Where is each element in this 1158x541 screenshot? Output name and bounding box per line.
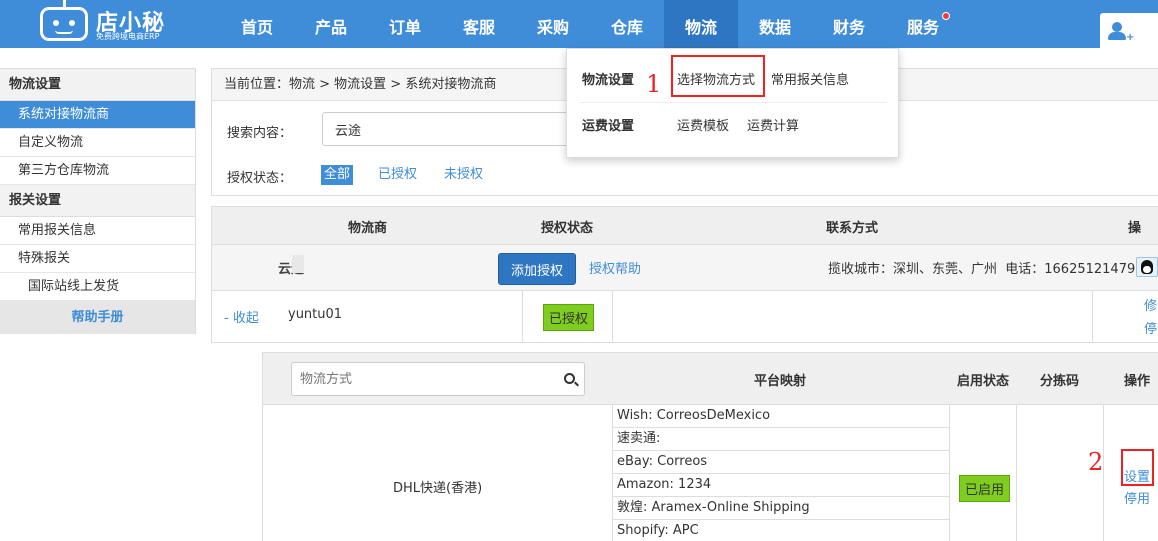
auth-tab-all[interactable]: 全部 [321, 165, 354, 185]
logo-subtitle: 免费跨境电商ERP [96, 32, 160, 41]
provider-table: 物流商 授权状态 联系方式 操 云途 添加授权 授权帮助 揽收城市：深圳、东莞、… [211, 206, 1158, 343]
sidebar-group-customs: 报关设置 [0, 185, 195, 217]
status-badge: 已授权 [543, 304, 595, 331]
mapping-shopify: Shopify: APC [613, 520, 949, 541]
help-manual-link[interactable]: 帮助手册 [0, 301, 195, 334]
edit-link[interactable]: 修 [1144, 295, 1157, 314]
provider-table-header: 物流商 授权状态 联系方式 操 [212, 207, 1158, 245]
sidebar-item-special-customs[interactable]: 特殊报关 [0, 245, 195, 273]
mapping-wish: Wish: CorreosDeMexico [613, 405, 949, 428]
blurred-text [292, 255, 304, 273]
table-row: - 收起 yuntu01 已授权 修 停 [212, 291, 1158, 343]
annotation-box-1 [671, 55, 765, 97]
method-search-input[interactable] [291, 362, 585, 396]
add-authorization-button[interactable]: 添加授权 [498, 253, 576, 285]
main-nav: 首页 产品 订单 客服 采购 仓库 物流 数据 财务 服务 [220, 0, 960, 48]
search-icon[interactable] [564, 373, 575, 384]
sidebar: 物流设置 系统对接物流商 自定义物流 第三方仓库物流 报关设置 常用报关信息 特… [0, 68, 196, 334]
menu-item-shipping-calculator[interactable]: 运费计算 [747, 115, 799, 134]
sidebar-item-system-carriers[interactable]: 系统对接物流商 [0, 101, 195, 129]
add-user-icon: + [1126, 32, 1135, 43]
search-label: 搜索内容： [227, 126, 293, 141]
nav-warehouse[interactable]: 仓库 [590, 0, 664, 48]
mapping-ebay: eBay: Correos [613, 451, 949, 474]
auth-tab-unauthorized[interactable]: 未授权 [441, 165, 486, 185]
col-enabled-status: 启用状态 [957, 374, 1010, 389]
robot-logo-icon [40, 0, 88, 41]
nav-orders[interactable]: 订单 [368, 0, 442, 48]
nav-products[interactable]: 产品 [294, 0, 368, 48]
auth-label: 授权状态： [227, 171, 293, 186]
col-actions: 操作 [1124, 374, 1151, 389]
mapping-aliexpress: 速卖通: [613, 428, 949, 451]
sidebar-item-customs-info[interactable]: 常用报关信息 [0, 217, 195, 245]
top-navbar: 店小秘 免费跨境电商ERP 首页 产品 订单 客服 采购 仓库 物流 数据 财务… [0, 0, 1158, 48]
enabled-badge: 已启用 [959, 475, 1011, 502]
mapping-dhgate: 敦煌: Aramex-Online Shipping [613, 497, 949, 520]
shipping-method-table: 平台映射 启用状态 分拣码 操作 DHL快递(香港) Wish: Correos… [262, 352, 1158, 541]
nav-purchase[interactable]: 采购 [516, 0, 590, 48]
auth-help-link[interactable]: 授权帮助 [589, 258, 641, 277]
method-table-header: 平台映射 启用状态 分拣码 操作 [263, 353, 1158, 405]
sidebar-group-logistics: 物流设置 [0, 69, 195, 101]
col-sort-code: 分拣码 [1040, 374, 1080, 389]
nav-logistics[interactable]: 物流 [664, 0, 738, 48]
nav-services[interactable]: 服务 [886, 0, 960, 48]
collapse-link[interactable]: - 收起 [224, 307, 259, 326]
qq-icon[interactable] [1136, 257, 1158, 277]
mapping-amazon: Amazon: 1234 [613, 474, 949, 497]
annotation-box-2 [1121, 449, 1154, 486]
user-menu[interactable]: + [1100, 13, 1158, 48]
dropdown-group-logistics: 物流设置 [582, 73, 635, 88]
sidebar-item-third-party-warehouse[interactable]: 第三方仓库物流 [0, 157, 195, 185]
annotation-number-1: 1 [646, 70, 662, 98]
nav-home[interactable]: 首页 [220, 0, 294, 48]
search-input[interactable] [322, 112, 582, 146]
dropdown-group-shipping-cost: 运费设置 [582, 119, 635, 134]
annotation-number-2: 2 [1088, 448, 1104, 476]
notification-dot-icon [942, 12, 950, 20]
nav-data[interactable]: 数据 [738, 0, 812, 48]
table-row: 云途 添加授权 授权帮助 揽收城市：深圳、东莞、广州 电话：1662512147… [212, 245, 1158, 291]
method-name: DHL快递(香港) [393, 481, 483, 496]
disable-link[interactable]: 停 [1144, 318, 1157, 337]
auth-tab-authorized[interactable]: 已授权 [375, 165, 420, 185]
col-platform-mapping: 平台映射 [754, 374, 807, 389]
user-icon [1112, 22, 1122, 32]
nav-services-label: 服务 [906, 18, 939, 37]
nav-finance[interactable]: 财务 [812, 0, 886, 48]
nav-service[interactable]: 客服 [442, 0, 516, 48]
contact-info: 揽收城市：深圳、东莞、广州 电话：16625121479 [828, 262, 1136, 277]
disable-method-link[interactable]: 停用 [1124, 488, 1150, 507]
col-operations: 操 [1128, 221, 1142, 236]
platform-mapping-list: Wish: CorreosDeMexico 速卖通: eBay: Correos… [612, 405, 950, 541]
account-name: yuntu01 [288, 307, 343, 322]
menu-item-shipping-template[interactable]: 运费模板 [677, 115, 729, 134]
col-auth-status: 授权状态 [541, 221, 594, 236]
logo[interactable]: 店小秘 免费跨境电商ERP [40, 0, 170, 43]
sidebar-item-international-shipping[interactable]: 国际站线上发货 [0, 273, 195, 301]
menu-item-customs-info[interactable]: 常用报关信息 [771, 69, 849, 88]
sidebar-item-custom-logistics[interactable]: 自定义物流 [0, 129, 195, 157]
col-carrier: 物流商 [348, 221, 388, 236]
col-contact: 联系方式 [826, 221, 879, 236]
table-row: DHL快递(香港) Wish: CorreosDeMexico 速卖通: eBa… [263, 405, 1158, 541]
app-root: 店小秘 免费跨境电商ERP 首页 产品 订单 客服 采购 仓库 物流 数据 财务… [0, 0, 1158, 541]
